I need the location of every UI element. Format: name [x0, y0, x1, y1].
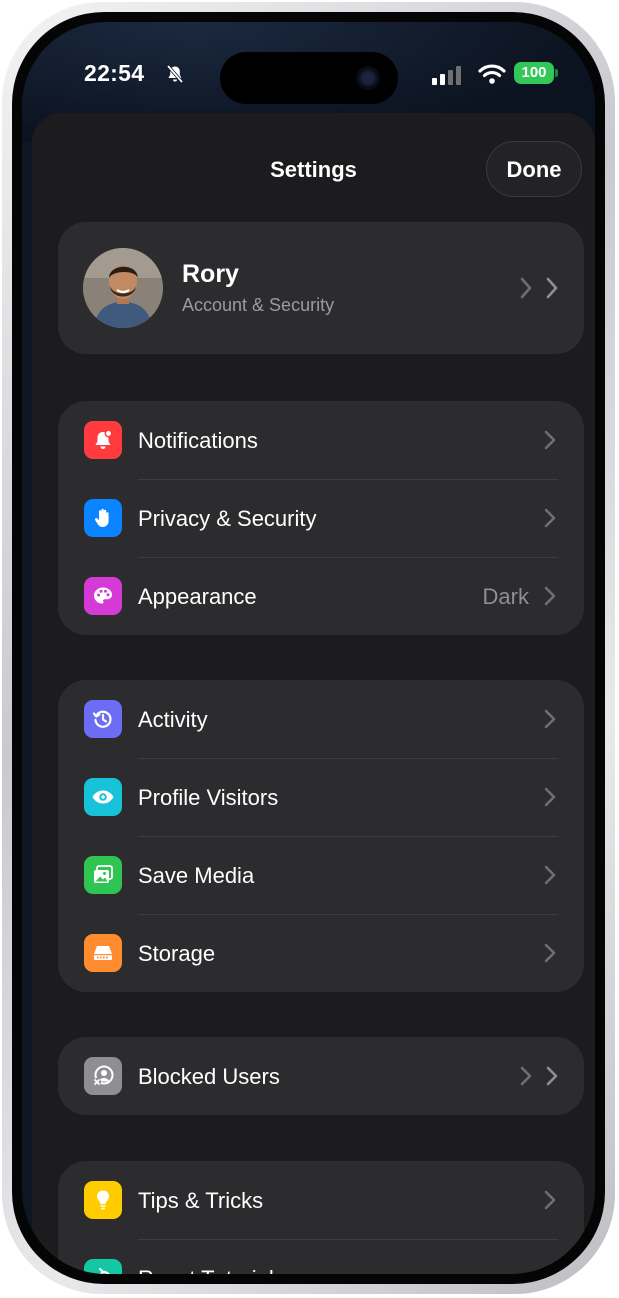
camera-icon: [356, 66, 380, 90]
settings-item-label: Privacy & Security: [138, 506, 317, 531]
settings-item-activity[interactable]: Activity: [58, 680, 584, 758]
settings-item-label: Tips & Tricks: [138, 1188, 264, 1213]
settings-group-content: Activity Profile Visitors Save Media Sto…: [58, 680, 584, 992]
settings-item-label: Appearance: [138, 584, 257, 609]
settings-item-tips-tricks[interactable]: Tips & Tricks: [58, 1161, 584, 1239]
bell-badge-icon: [84, 421, 122, 459]
wifi-icon: [478, 64, 506, 84]
chevron-right-icon: [544, 508, 556, 528]
settings-item-label: Blocked Users: [138, 1064, 280, 1089]
chevron-right-icon: [544, 1190, 556, 1210]
settings-item-save-media[interactable]: Save Media: [58, 836, 584, 914]
settings-item-appearance[interactable]: Appearance Dark: [58, 557, 584, 635]
phone-frame: 22:54 100 Settings Done Rory Account & S…: [2, 2, 615, 1294]
double-chevron-icon: [520, 1066, 558, 1086]
chevron-right-icon: [544, 787, 556, 807]
chevron-right-icon: [544, 1268, 552, 1274]
settings-group-blocked: Blocked Users: [58, 1037, 584, 1115]
eye-icon: [84, 778, 122, 816]
chevron-right-icon: [544, 943, 556, 963]
palette-icon: [84, 577, 122, 615]
phone-bezel: 22:54 100 Settings Done Rory Account & S…: [12, 12, 605, 1284]
lightbulb-icon: [84, 1181, 122, 1219]
settings-item-reset-tutorials[interactable]: Reset Tutorials: [58, 1239, 584, 1274]
storage-icon: [84, 934, 122, 972]
chevron-right-icon: [544, 430, 556, 450]
settings-item-storage[interactable]: Storage: [58, 914, 584, 992]
blocked-user-icon: [84, 1057, 122, 1095]
avatar: [83, 248, 163, 328]
settings-item-blocked-users[interactable]: Blocked Users: [58, 1037, 584, 1115]
photos-icon: [84, 856, 122, 894]
settings-item-label: Activity: [138, 707, 208, 732]
chevron-right-icon: [544, 865, 556, 885]
status-bar: 22:54 100: [22, 22, 595, 112]
profile-card[interactable]: Rory Account & Security: [58, 222, 584, 354]
settings-item-label: Reset Tutorials: [138, 1266, 285, 1274]
dynamic-island: [220, 52, 398, 104]
screen: 22:54 100 Settings Done Rory Account & S…: [22, 22, 595, 1274]
double-chevron-icon: [520, 277, 558, 299]
chevron-right-icon: [544, 586, 556, 606]
settings-item-label: Save Media: [138, 863, 255, 888]
settings-group-help: Tips & Tricks Reset Tutorials: [58, 1161, 584, 1274]
settings-item-label: Profile Visitors: [138, 785, 279, 810]
settings-group-general: Notifications Privacy & Security Appeara…: [58, 401, 584, 635]
appearance-value: Dark: [482, 584, 529, 609]
settings-item-notifications[interactable]: Notifications: [58, 401, 584, 479]
settings-item-label: Notifications: [138, 428, 258, 453]
done-button[interactable]: Done: [486, 141, 582, 197]
hand-icon: [84, 499, 122, 537]
reset-icon: [84, 1259, 122, 1274]
history-icon: [84, 700, 122, 738]
profile-name: Rory: [182, 260, 239, 288]
cellular-signal-icon: [432, 66, 461, 85]
settings-sheet: Settings Done Rory Account & Security No…: [32, 113, 595, 1274]
status-time: 22:54: [84, 60, 145, 86]
battery-indicator: 100: [514, 62, 558, 84]
profile-subtitle: Account & Security: [182, 295, 335, 315]
settings-item-privacy-security[interactable]: Privacy & Security: [58, 479, 584, 557]
settings-item-label: Storage: [138, 941, 216, 966]
bell-slash-icon: [166, 64, 184, 84]
settings-item-profile-visitors[interactable]: Profile Visitors: [58, 758, 584, 836]
chevron-right-icon: [544, 709, 556, 729]
